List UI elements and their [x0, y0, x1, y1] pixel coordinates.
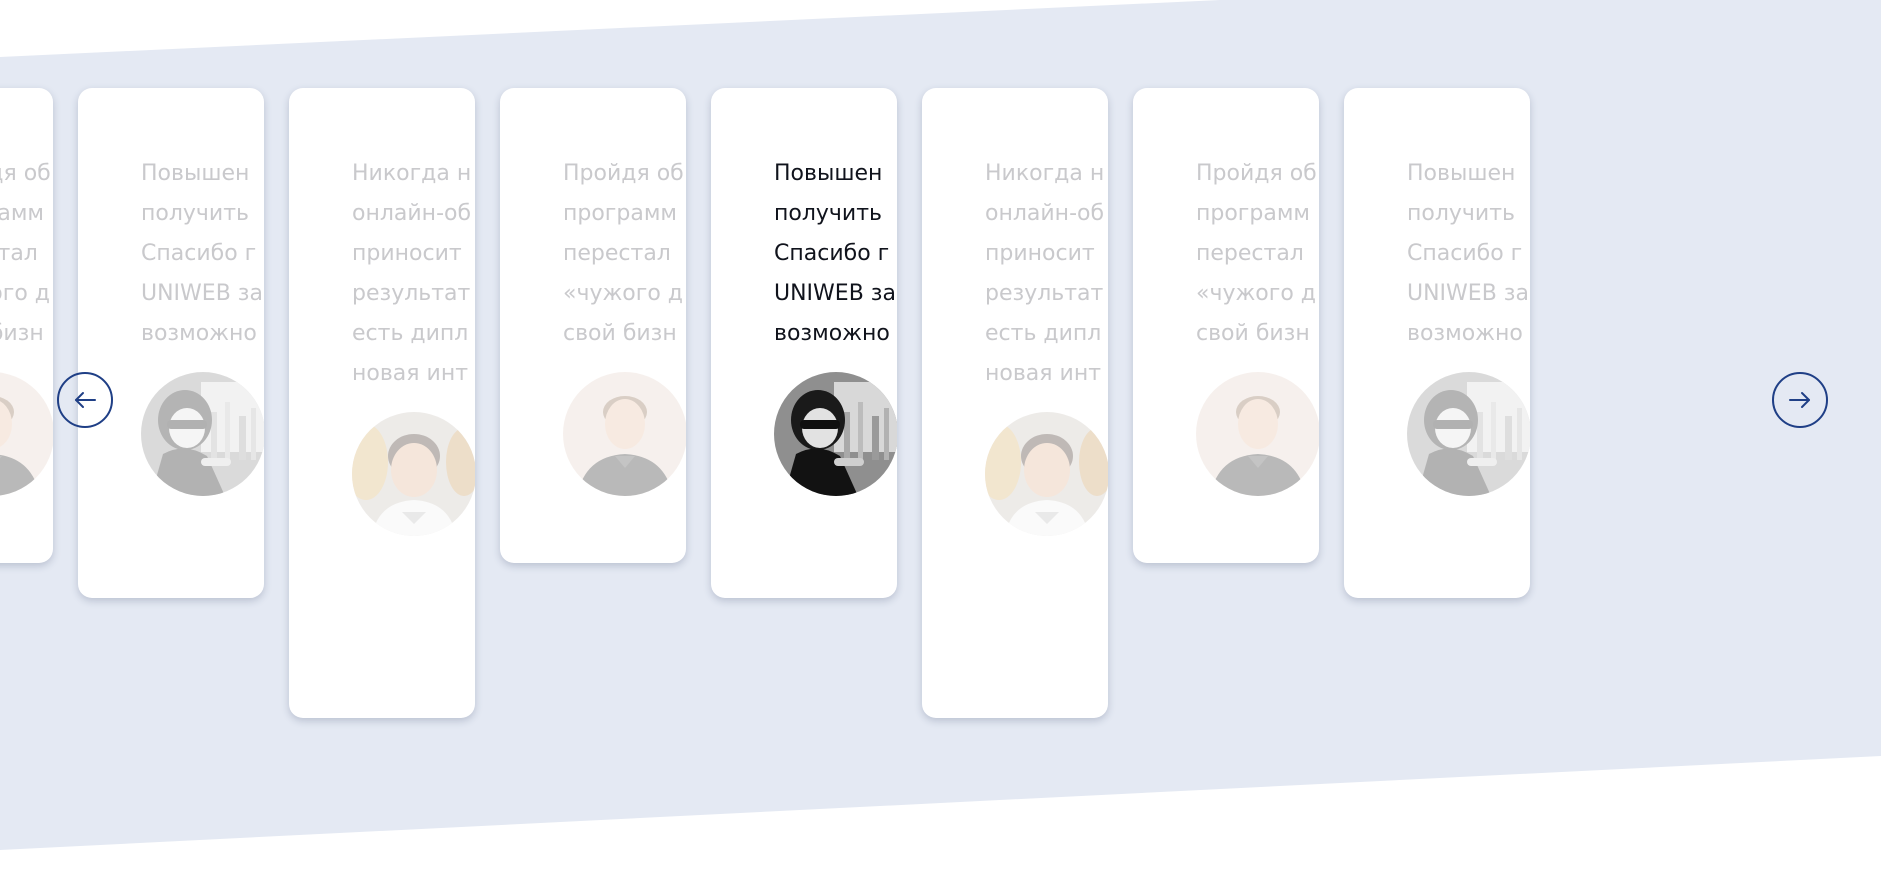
- testimonial-text-line: «чужого д: [0, 281, 50, 306]
- avatar: [1196, 372, 1319, 496]
- testimonial-card[interactable]: Пройдя об программ перестал «чужого д свой б…: [0, 88, 53, 563]
- testimonial-text-line: Повышен: [1407, 161, 1516, 186]
- testimonial-text-line: Спасибо г: [1407, 241, 1523, 266]
- testimonial-text-line: результат: [985, 281, 1104, 306]
- testimonial-text: Повышен получить Спасибо г UNIWEB за возможн…: [1407, 154, 1530, 354]
- testimonial-text-line: получить: [141, 201, 250, 226]
- testimonial-text-line: онлайн-об: [352, 201, 472, 226]
- testimonial-text-line: Спасибо г: [141, 241, 257, 266]
- testimonial-text-line: UNIWEB за: [1407, 281, 1529, 306]
- testimonial-text-line: есть дипл: [985, 321, 1102, 346]
- arrow-right-icon: [1789, 392, 1810, 408]
- testimonial-text: Повышен получить Спасибо г UNIWEB за возможн…: [774, 154, 897, 354]
- testimonial-text-line: новая инт: [352, 361, 469, 386]
- arrow-left-icon: [75, 392, 96, 408]
- testimonial-text-line: «чужого д: [1196, 281, 1316, 306]
- testimonial-card[interactable]: Повышен получить Спасибо г UNIWEB за возможн…: [78, 88, 264, 598]
- testimonial-text-line: возможно: [1407, 321, 1523, 346]
- testimonial-text-line: перестал: [1196, 241, 1304, 266]
- testimonial-card[interactable]: Пройдя об программ перестал «чужого д свой б…: [500, 88, 686, 563]
- testimonial-text-line: возможно: [774, 321, 890, 346]
- testimonial-text-line: приносит: [352, 241, 462, 266]
- testimonial-text-line: свой бизн: [563, 321, 677, 346]
- avatar: [774, 372, 897, 496]
- testimonial-text-line: свой бизн: [1196, 321, 1310, 346]
- testimonial-card[interactable]: Никогда н онлайн-об приносит результат есть …: [289, 88, 475, 718]
- testimonial-text: Пройдя об программ перестал «чужого д свой б…: [0, 154, 53, 354]
- avatar: [1407, 372, 1530, 496]
- testimonial-text-line: Пройдя об: [1196, 161, 1317, 186]
- testimonial-text-line: «чужого д: [563, 281, 683, 306]
- prev-button[interactable]: [57, 372, 113, 428]
- testimonial-text-line: Повышен: [141, 161, 250, 186]
- testimonial-text: Повышен получить Спасибо г UNIWEB за возможн…: [141, 154, 264, 354]
- testimonial-text-line: UNIWEB за: [774, 281, 896, 306]
- testimonial-text-line: Пройдя об: [563, 161, 684, 186]
- testimonial-text-line: свой бизн: [0, 321, 44, 346]
- testimonial-text-line: программ: [1196, 201, 1311, 226]
- testimonial-text-line: Никогда н: [985, 161, 1105, 186]
- testimonial-text-line: получить: [1407, 201, 1516, 226]
- testimonial-text: Никогда н онлайн-об приносит результат есть …: [985, 154, 1108, 394]
- testimonial-text: Пройдя об программ перестал «чужого д свой б…: [1196, 154, 1319, 354]
- testimonials-section: Пройдя об программ перестал «чужого д свой б…: [0, 0, 1881, 876]
- testimonial-text-line: приносит: [985, 241, 1095, 266]
- testimonial-text-line: Спасибо г: [774, 241, 890, 266]
- testimonial-text-line: Повышен: [774, 161, 883, 186]
- avatar: [985, 412, 1108, 536]
- avatar: [141, 372, 264, 496]
- testimonial-text: Никогда н онлайн-об приносит результат есть …: [352, 154, 475, 394]
- testimonial-text-line: получить: [774, 201, 883, 226]
- testimonial-text-line: программ: [563, 201, 678, 226]
- testimonial-card[interactable]: Пройдя об программ перестал «чужого д свой б…: [1133, 88, 1319, 563]
- testimonial-text-line: результат: [352, 281, 471, 306]
- testimonial-text-line: возможно: [141, 321, 257, 346]
- avatar: [352, 412, 475, 536]
- testimonial-card[interactable]: Никогда н онлайн-об приносит результат есть …: [922, 88, 1108, 718]
- testimonial-text-line: онлайн-об: [985, 201, 1105, 226]
- testimonial-text-line: перестал: [0, 241, 38, 266]
- testimonial-text-line: программ: [0, 201, 45, 226]
- testimonial-text-line: Никогда н: [352, 161, 472, 186]
- testimonial-text-line: Пройдя об: [0, 161, 51, 186]
- testimonial-card-active[interactable]: Повышен получить Спасибо г UNIWEB за возможн…: [711, 88, 897, 598]
- testimonial-text: Пройдя об программ перестал «чужого д свой б…: [563, 154, 686, 354]
- testimonial-card[interactable]: Повышен получить Спасибо г UNIWEB за возможн…: [1344, 88, 1530, 598]
- next-button[interactable]: [1772, 372, 1828, 428]
- avatar: [0, 372, 53, 496]
- testimonial-text-line: новая инт: [985, 361, 1102, 386]
- testimonial-text-line: есть дипл: [352, 321, 469, 346]
- avatar: [563, 372, 686, 496]
- testimonial-text-line: UNIWEB за: [141, 281, 263, 306]
- testimonial-text-line: перестал: [563, 241, 671, 266]
